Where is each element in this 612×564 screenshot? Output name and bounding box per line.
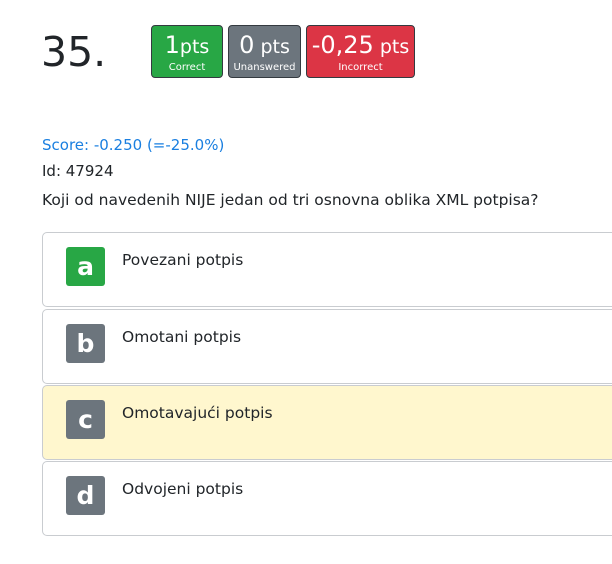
option-text-b: Omotani potpis bbox=[122, 328, 242, 346]
answer-option-c[interactable]: c Omotavajući potpis bbox=[42, 385, 612, 460]
unanswered-points-badge: 0 pts Unanswered bbox=[228, 25, 301, 78]
option-letter-d: d bbox=[66, 476, 105, 515]
option-text-d: Odvojeni potpis bbox=[122, 480, 244, 498]
answer-option-d[interactable]: d Odvojeni potpis bbox=[42, 461, 612, 536]
correct-points-unit: pts bbox=[179, 36, 210, 58]
correct-points-badge: 1pts Correct bbox=[151, 25, 223, 78]
correct-caption: Correct bbox=[168, 62, 206, 73]
correct-points-value: 1 bbox=[164, 31, 180, 59]
score-text: Score: -0.250 (=-25.0%) bbox=[42, 136, 225, 154]
unanswered-points-value: 0 bbox=[239, 31, 255, 59]
incorrect-points-unit: pts bbox=[379, 36, 410, 58]
option-text-c: Omotavajući potpis bbox=[122, 404, 273, 422]
unanswered-points-unit: pts bbox=[260, 36, 290, 58]
option-letter-c: c bbox=[66, 400, 105, 439]
question-text: Koji od navedenih NIJE jedan od tri osno… bbox=[42, 191, 539, 209]
question-id: Id: 47924 bbox=[42, 162, 114, 180]
incorrect-caption: Incorrect bbox=[338, 62, 383, 73]
answer-option-a[interactable]: a Povezani potpis bbox=[42, 232, 612, 307]
unanswered-caption: Unanswered bbox=[233, 62, 296, 73]
incorrect-points-badge: -0,25 pts Incorrect bbox=[306, 25, 415, 78]
question-number: 35. bbox=[41, 28, 107, 76]
option-letter-a: a bbox=[66, 247, 105, 286]
option-text-a: Povezani potpis bbox=[122, 251, 244, 269]
option-letter-b: b bbox=[66, 324, 105, 363]
answer-option-b[interactable]: b Omotani potpis bbox=[42, 309, 612, 384]
incorrect-points-value: -0,25 bbox=[311, 31, 374, 59]
